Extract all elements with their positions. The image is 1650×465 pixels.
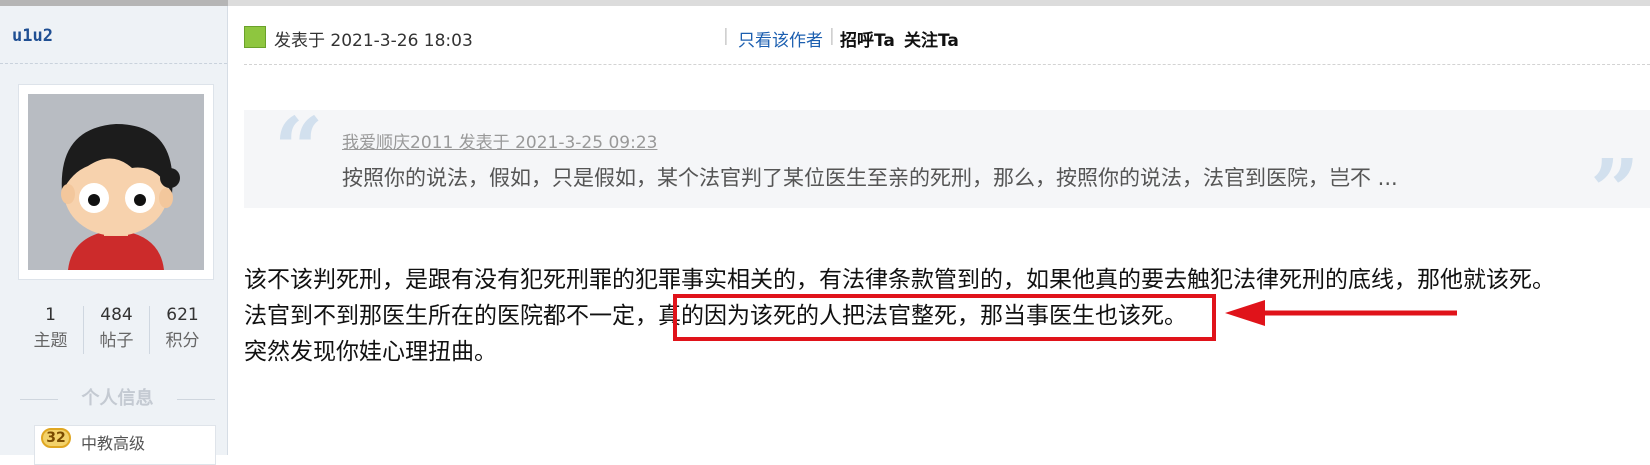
greet-link[interactable]: 招呼Ta <box>840 26 895 51</box>
level-badge: 32 <box>41 428 71 448</box>
quote-block: “ 我爱顺庆2011 发表于 2021-3-25 09:23 按照你的说法，假如… <box>244 100 1650 242</box>
quote-meta-link[interactable]: 我爱顺庆2011 发表于 2021-3-25 09:23 <box>342 128 657 153</box>
only-author-link[interactable]: 只看该作者 <box>738 26 823 51</box>
user-level: 32 中教高级 <box>34 425 216 465</box>
stat-posts-label: 帖子 <box>99 331 134 351</box>
author-sidebar: u1u2 1 主题 484 帖子 621 积分 个人信息 32 中教高级 <box>0 6 228 465</box>
sidebar-divider <box>0 63 227 64</box>
heading-rule <box>177 399 215 400</box>
online-status-icon <box>244 26 266 48</box>
top-border <box>0 0 1650 6</box>
open-quote-icon: “ <box>274 99 324 200</box>
stat-threads-label: 主题 <box>33 331 68 351</box>
follow-link[interactable]: 关注Ta <box>904 26 959 51</box>
highlight-box-annotation <box>673 294 1216 341</box>
header-separator: | <box>829 26 835 46</box>
stat-threads-value[interactable]: 1 <box>18 302 83 328</box>
stat-points-label: 积分 <box>165 331 200 351</box>
close-quote-icon: ” <box>1590 141 1640 242</box>
stat-threads: 1 主题 <box>18 302 83 358</box>
body-line: 该不该判死刑，是跟有没有犯死刑罪的犯罪事实相关的，有法律条款管到的，如果他真的要… <box>244 267 1555 293</box>
stat-posts: 484 帖子 <box>84 302 149 358</box>
author-stats: 1 主题 484 帖子 621 积分 <box>18 302 214 358</box>
quote-text: 按照你的说法，假如，只是假如，某个法官判了某位医生至亲的死刑，那么，按照你的说法… <box>342 166 1398 190</box>
personal-info-heading: 个人信息 <box>20 387 215 411</box>
stat-points-value[interactable]: 621 <box>150 302 215 328</box>
author-username-link[interactable]: u1u2 <box>12 26 53 46</box>
avatar-cartoon-icon <box>28 94 204 270</box>
stat-points: 621 积分 <box>150 302 215 358</box>
post-header-divider <box>244 64 1650 65</box>
avatar[interactable] <box>18 84 214 280</box>
post-time: 发表于 2021-3-26 18:03 <box>274 31 473 51</box>
level-title: 中教高级 <box>81 434 146 453</box>
header-separator: | <box>723 26 729 46</box>
stat-posts-value[interactable]: 484 <box>84 302 149 328</box>
red-arrow-annotation <box>1225 300 1457 326</box>
